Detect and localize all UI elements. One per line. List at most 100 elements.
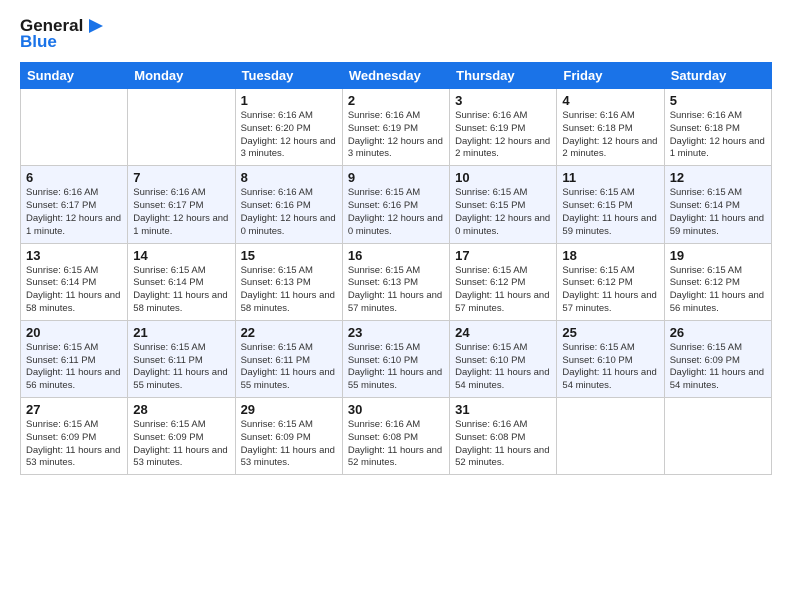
day-number: 30 (348, 402, 444, 417)
day-info: Sunrise: 6:15 AM Sunset: 6:11 PM Dayligh… (241, 342, 337, 393)
day-number: 12 (670, 170, 766, 185)
calendar-cell: 31 Sunrise: 6:16 AM Sunset: 6:08 PM Dayli… (450, 398, 557, 475)
day-info: Sunrise: 6:15 AM Sunset: 6:15 PM Dayligh… (455, 187, 551, 238)
day-number: 16 (348, 248, 444, 263)
day-number: 24 (455, 325, 551, 340)
calendar-cell (557, 398, 664, 475)
day-info: Sunrise: 6:15 AM Sunset: 6:13 PM Dayligh… (241, 265, 337, 316)
day-info: Sunrise: 6:15 AM Sunset: 6:09 PM Dayligh… (241, 419, 337, 470)
calendar-cell: 9Sunrise: 6:15 AM Sunset: 6:16 PM Daylig… (342, 166, 449, 243)
day-number: 13 (26, 248, 122, 263)
calendar-week-1: 1 Sunrise: 6:16 AM Sunset: 6:20 PM Daylig… (21, 89, 772, 166)
day-info: Sunrise: 6:15 AM Sunset: 6:12 PM Dayligh… (562, 265, 658, 316)
calendar-cell: 29 Sunrise: 6:15 AM Sunset: 6:09 PM Dayli… (235, 398, 342, 475)
calendar-cell: 27Sunrise: 6:15 AM Sunset: 6:09 PM Dayli… (21, 398, 128, 475)
calendar-cell: 19Sunrise: 6:15 AM Sunset: 6:12 PM Dayli… (664, 243, 771, 320)
calendar-cell (21, 89, 128, 166)
calendar-cell: 14 Sunrise: 6:15 AM Sunset: 6:14 PM Dayli… (128, 243, 235, 320)
calendar-cell: 8 Sunrise: 6:16 AM Sunset: 6:16 PM Daylig… (235, 166, 342, 243)
page-header: General Blue (20, 16, 772, 52)
day-info: Sunrise: 6:15 AM Sunset: 6:09 PM Dayligh… (133, 419, 229, 470)
calendar-cell: 20 Sunrise: 6:15 AM Sunset: 6:11 PM Dayli… (21, 320, 128, 397)
calendar-cell: 4Sunrise: 6:16 AM Sunset: 6:18 PM Daylig… (557, 89, 664, 166)
day-info: Sunrise: 6:15 AM Sunset: 6:10 PM Dayligh… (348, 342, 444, 393)
day-info: Sunrise: 6:15 AM Sunset: 6:11 PM Dayligh… (133, 342, 229, 393)
day-number: 15 (241, 248, 337, 263)
day-number: 17 (455, 248, 551, 263)
day-info: Sunrise: 6:16 AM Sunset: 6:17 PM Dayligh… (133, 187, 229, 238)
weekday-header-saturday: Saturday (664, 63, 771, 89)
calendar-cell: 15 Sunrise: 6:15 AM Sunset: 6:13 PM Dayli… (235, 243, 342, 320)
calendar-cell: 2Sunrise: 6:16 AM Sunset: 6:19 PM Daylig… (342, 89, 449, 166)
calendar-cell: 28 Sunrise: 6:15 AM Sunset: 6:09 PM Dayli… (128, 398, 235, 475)
day-info: Sunrise: 6:15 AM Sunset: 6:14 PM Dayligh… (133, 265, 229, 316)
calendar-cell: 21Sunrise: 6:15 AM Sunset: 6:11 PM Dayli… (128, 320, 235, 397)
day-number: 8 (241, 170, 337, 185)
calendar-week-4: 20 Sunrise: 6:15 AM Sunset: 6:11 PM Dayli… (21, 320, 772, 397)
day-number: 31 (455, 402, 551, 417)
day-info: Sunrise: 6:16 AM Sunset: 6:19 PM Dayligh… (455, 110, 551, 161)
calendar-cell: 11 Sunrise: 6:15 AM Sunset: 6:15 PM Dayli… (557, 166, 664, 243)
calendar-body: 1 Sunrise: 6:16 AM Sunset: 6:20 PM Daylig… (21, 89, 772, 475)
calendar-week-2: 6 Sunrise: 6:16 AM Sunset: 6:17 PM Daylig… (21, 166, 772, 243)
day-info: Sunrise: 6:15 AM Sunset: 6:16 PM Dayligh… (348, 187, 444, 238)
calendar-cell: 23 Sunrise: 6:15 AM Sunset: 6:10 PM Dayli… (342, 320, 449, 397)
day-number: 3 (455, 93, 551, 108)
day-number: 29 (241, 402, 337, 417)
calendar-cell: 7 Sunrise: 6:16 AM Sunset: 6:17 PM Daylig… (128, 166, 235, 243)
day-info: Sunrise: 6:15 AM Sunset: 6:14 PM Dayligh… (26, 265, 122, 316)
calendar-cell (128, 89, 235, 166)
day-number: 28 (133, 402, 229, 417)
logo: General Blue (20, 16, 103, 52)
day-info: Sunrise: 6:16 AM Sunset: 6:16 PM Dayligh… (241, 187, 337, 238)
calendar-cell: 16 Sunrise: 6:15 AM Sunset: 6:13 PM Dayli… (342, 243, 449, 320)
calendar-cell: 25 Sunrise: 6:15 AM Sunset: 6:10 PM Dayli… (557, 320, 664, 397)
calendar-cell: 10 Sunrise: 6:15 AM Sunset: 6:15 PM Dayli… (450, 166, 557, 243)
calendar-cell: 1 Sunrise: 6:16 AM Sunset: 6:20 PM Daylig… (235, 89, 342, 166)
day-number: 19 (670, 248, 766, 263)
calendar-week-5: 27Sunrise: 6:15 AM Sunset: 6:09 PM Dayli… (21, 398, 772, 475)
day-info: Sunrise: 6:15 AM Sunset: 6:12 PM Dayligh… (455, 265, 551, 316)
day-number: 1 (241, 93, 337, 108)
calendar-cell: 26Sunrise: 6:15 AM Sunset: 6:09 PM Dayli… (664, 320, 771, 397)
calendar-cell: 12 Sunrise: 6:15 AM Sunset: 6:14 PM Dayli… (664, 166, 771, 243)
day-info: Sunrise: 6:16 AM Sunset: 6:17 PM Dayligh… (26, 187, 122, 238)
day-info: Sunrise: 6:15 AM Sunset: 6:09 PM Dayligh… (670, 342, 766, 393)
calendar-cell: 13 Sunrise: 6:15 AM Sunset: 6:14 PM Dayli… (21, 243, 128, 320)
day-info: Sunrise: 6:15 AM Sunset: 6:10 PM Dayligh… (562, 342, 658, 393)
calendar-cell: 5 Sunrise: 6:16 AM Sunset: 6:18 PM Daylig… (664, 89, 771, 166)
day-number: 11 (562, 170, 658, 185)
day-info: Sunrise: 6:16 AM Sunset: 6:08 PM Dayligh… (348, 419, 444, 470)
day-number: 7 (133, 170, 229, 185)
day-info: Sunrise: 6:16 AM Sunset: 6:18 PM Dayligh… (670, 110, 766, 161)
calendar-cell: 22Sunrise: 6:15 AM Sunset: 6:11 PM Dayli… (235, 320, 342, 397)
day-number: 5 (670, 93, 766, 108)
day-info: Sunrise: 6:16 AM Sunset: 6:08 PM Dayligh… (455, 419, 551, 470)
calendar-table: SundayMondayTuesdayWednesdayThursdayFrid… (20, 62, 772, 475)
day-number: 25 (562, 325, 658, 340)
weekday-header-tuesday: Tuesday (235, 63, 342, 89)
day-info: Sunrise: 6:15 AM Sunset: 6:11 PM Dayligh… (26, 342, 122, 393)
calendar-header-row: SundayMondayTuesdayWednesdayThursdayFrid… (21, 63, 772, 89)
day-number: 23 (348, 325, 444, 340)
day-info: Sunrise: 6:15 AM Sunset: 6:14 PM Dayligh… (670, 187, 766, 238)
calendar-cell: 17 Sunrise: 6:15 AM Sunset: 6:12 PM Dayli… (450, 243, 557, 320)
day-info: Sunrise: 6:16 AM Sunset: 6:20 PM Dayligh… (241, 110, 337, 161)
day-number: 6 (26, 170, 122, 185)
weekday-header-wednesday: Wednesday (342, 63, 449, 89)
day-number: 18 (562, 248, 658, 263)
calendar-cell: 24Sunrise: 6:15 AM Sunset: 6:10 PM Dayli… (450, 320, 557, 397)
day-number: 14 (133, 248, 229, 263)
day-info: Sunrise: 6:15 AM Sunset: 6:15 PM Dayligh… (562, 187, 658, 238)
logo-blue-text: Blue (20, 32, 57, 52)
day-info: Sunrise: 6:15 AM Sunset: 6:13 PM Dayligh… (348, 265, 444, 316)
weekday-header-sunday: Sunday (21, 63, 128, 89)
day-info: Sunrise: 6:15 AM Sunset: 6:09 PM Dayligh… (26, 419, 122, 470)
calendar-cell: 18 Sunrise: 6:15 AM Sunset: 6:12 PM Dayli… (557, 243, 664, 320)
calendar-week-3: 13 Sunrise: 6:15 AM Sunset: 6:14 PM Dayli… (21, 243, 772, 320)
weekday-header-monday: Monday (128, 63, 235, 89)
day-info: Sunrise: 6:16 AM Sunset: 6:18 PM Dayligh… (562, 110, 658, 161)
day-number: 20 (26, 325, 122, 340)
day-number: 2 (348, 93, 444, 108)
day-number: 10 (455, 170, 551, 185)
